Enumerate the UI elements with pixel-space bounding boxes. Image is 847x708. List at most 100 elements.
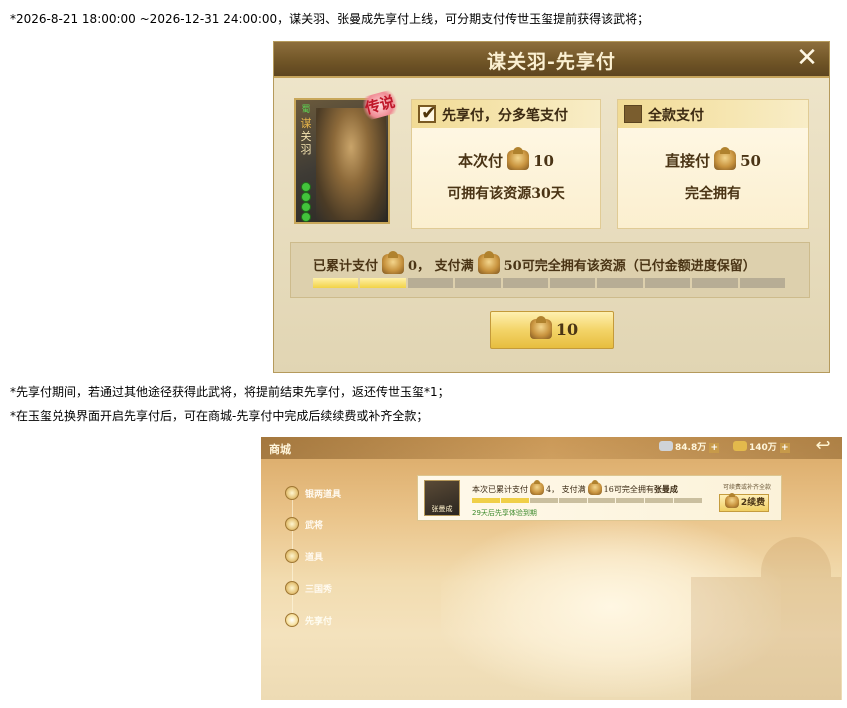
price-row: 直接付 50	[618, 147, 808, 171]
intro-text: *2026-8-21 18:00:00 ~2026-12-31 24:00:00…	[10, 12, 650, 26]
shop-header: 商城 84.8万 + 140万 + ↩	[261, 437, 842, 459]
price-label: 直接付	[665, 152, 711, 170]
silver-balance: 84.8万 +	[659, 440, 720, 453]
nav-label: 先享付	[305, 617, 333, 627]
days-remaining: 29天后先享体验到期	[472, 509, 537, 517]
entry-paid: 4，	[546, 485, 560, 494]
shop-title: 商城	[269, 443, 291, 456]
progress-paid: 0，	[408, 259, 431, 274]
silver-icon	[659, 441, 673, 451]
progress-segment	[616, 498, 645, 503]
add-silver-icon[interactable]: +	[709, 443, 720, 453]
general-card-name: 蜀 谋 关 羽	[299, 104, 313, 156]
avatar-name: 张曼成	[431, 505, 453, 513]
progress-segment	[644, 278, 691, 288]
card-name-char: 谋	[300, 117, 312, 130]
progress-segment	[587, 498, 616, 503]
progress-segment	[558, 498, 587, 503]
option-title: 全款支付	[648, 108, 704, 124]
background-pavilion	[691, 577, 841, 700]
progress-segment	[360, 278, 406, 288]
price-row: 本次付 10	[412, 147, 600, 171]
renew-button[interactable]: 2续费	[719, 493, 769, 512]
entry-prefix: 本次已累计支付	[472, 485, 528, 494]
progress-bar	[313, 278, 786, 288]
progress-segment	[739, 278, 786, 288]
star-gem-icon	[301, 212, 311, 222]
nav-dot-icon	[285, 549, 299, 563]
progress-segment	[597, 278, 643, 288]
progress-segment	[455, 278, 501, 288]
pay-dialog: 谋关羽-先享付 ✕ 蜀 谋 关 羽 传说 先享付，分多笔支付 本次付 10 可拥有…	[273, 41, 830, 373]
close-icon[interactable]: ✕	[793, 44, 821, 72]
progress-suffix: 可完全拥有该资源（已付金额进度保留）	[521, 259, 756, 274]
checkbox-unchecked-icon[interactable]	[624, 105, 642, 123]
jade-seal-icon	[477, 251, 500, 274]
star-gem-icon	[301, 182, 311, 192]
nav-dot-icon	[285, 486, 299, 500]
entry-middle: 支付满	[561, 485, 586, 494]
rarity-badge: 传说	[357, 88, 403, 122]
faction-label: 蜀	[301, 105, 311, 115]
nav-label: 三国秀	[305, 585, 333, 595]
jade-seal-icon	[382, 251, 405, 274]
add-gold-icon[interactable]: +	[779, 443, 790, 453]
note-early-end: *先享付期间，若通过其他途径获得此武将，将提前结束先享付，返还传世玉玺*1；	[10, 385, 450, 399]
progress-segment	[529, 498, 558, 503]
shop-screen: 商城 84.8万 + 140万 + ↩ 银两道具 武将 道具 三国秀 先享付 张曼成…	[261, 437, 842, 700]
progress-total: 50	[503, 259, 522, 274]
dialog-title: 谋关羽-先享付	[487, 51, 616, 73]
nav-dot-icon	[285, 517, 299, 531]
jade-seal-icon	[724, 493, 739, 508]
progress-prefix: 已累计支付	[313, 259, 379, 274]
progress-segment	[674, 498, 702, 503]
entry-progress-text: 本次已累计支付 4， 支付满 16可完全拥有张曼成	[472, 480, 678, 495]
pay-later-entry: 张曼成 本次已累计支付 4， 支付满 16可完全拥有张曼成 29天后先享体验到期 可…	[417, 475, 782, 521]
star-gem-icon	[301, 202, 311, 212]
progress-text: 已累计支付 0， 支付满 50可完全拥有该资源（已付金额进度保留）	[313, 251, 756, 274]
option-installment[interactable]: 先享付，分多笔支付 本次付 10 可拥有该资源30天	[411, 99, 601, 229]
nav-label: 道具	[305, 553, 324, 563]
progress-segment	[407, 278, 454, 288]
progress-segment	[502, 278, 549, 288]
general-avatar: 张曼成	[424, 480, 460, 516]
option-header: 先享付，分多笔支付	[412, 100, 600, 128]
nav-label: 银两道具	[305, 490, 342, 500]
progress-segment	[692, 278, 738, 288]
nav-label: 武将	[305, 521, 324, 531]
option-subtext: 完全拥有	[685, 186, 741, 202]
card-name-char: 关	[300, 130, 312, 143]
option-full-pay[interactable]: 全款支付 直接付 50 完全拥有	[617, 99, 809, 229]
nav-dot-icon	[285, 613, 299, 627]
gold-value: 140万	[749, 443, 777, 453]
progress-middle: 支付满	[434, 259, 474, 274]
gold-ingot-icon	[733, 441, 747, 451]
renew-label: 续费	[747, 498, 766, 508]
pay-button[interactable]: 10	[490, 311, 614, 349]
nav-dot-icon	[285, 581, 299, 595]
back-icon[interactable]: ↩	[810, 437, 836, 455]
price-label: 本次付	[458, 152, 504, 170]
progress-segment	[313, 278, 359, 288]
progress-segment	[645, 498, 674, 503]
progress-segment	[500, 498, 529, 503]
progress-segment	[472, 498, 500, 503]
payment-progress-panel: 已累计支付 0， 支付满 50可完全拥有该资源（已付金额进度保留）	[290, 242, 810, 298]
price-value: 10	[533, 152, 554, 170]
price-value: 50	[740, 152, 761, 170]
option-header: 全款支付	[618, 100, 808, 128]
jade-seal-icon	[530, 480, 544, 495]
general-portrait	[316, 108, 386, 220]
note-renew: *在玉玺兑换界面开启先享付后，可在商城-先享付中完成后续续费或补齐全款；	[10, 409, 429, 423]
star-gem-icon	[301, 192, 311, 202]
entry-progress-bar	[472, 498, 702, 503]
progress-segment	[550, 278, 596, 288]
entry-total: 16	[603, 485, 614, 494]
card-name-char: 羽	[300, 143, 312, 156]
option-title: 先享付，分多笔支付	[442, 108, 568, 124]
jade-seal-icon	[714, 147, 737, 170]
renew-hint: 可续费或补齐全款	[722, 484, 771, 491]
option-subtext: 可拥有该资源30天	[447, 186, 565, 202]
checkbox-checked-icon[interactable]	[418, 102, 437, 124]
dialog-header: 谋关羽-先享付 ✕	[274, 42, 829, 78]
